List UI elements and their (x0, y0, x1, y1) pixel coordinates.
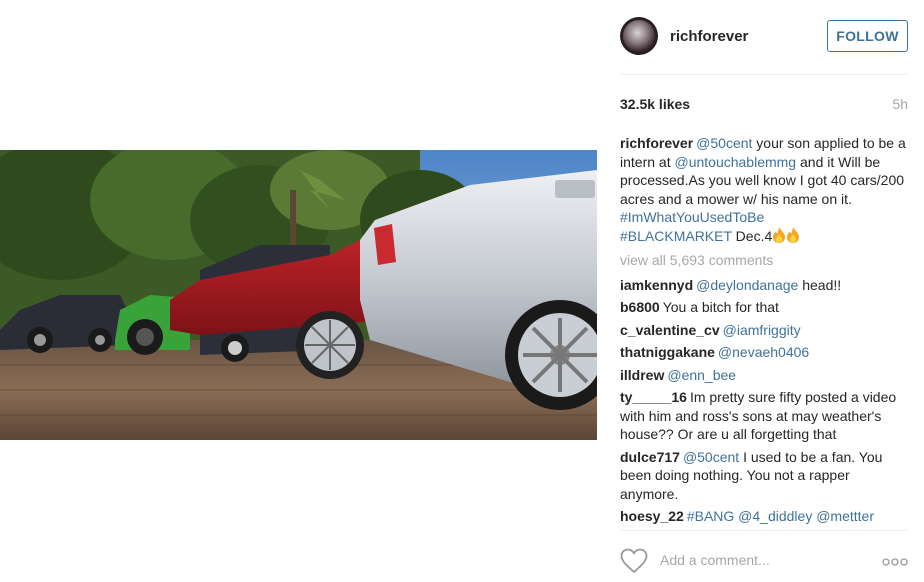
caption-mention[interactable]: @50cent (696, 135, 752, 151)
more-options-icon[interactable] (882, 557, 908, 567)
header-divider (620, 74, 908, 75)
comment-username[interactable]: c_valentine_cv (620, 322, 720, 338)
comment-mention[interactable]: #BANG @4_diddley @mettter (687, 508, 874, 524)
caption-hashtag-2[interactable]: #BLACKMARKET (620, 228, 732, 244)
avatar[interactable] (620, 17, 658, 55)
post-username[interactable]: richforever (670, 28, 748, 45)
comment-username[interactable]: hoesy_22 (620, 508, 684, 524)
comment-row: c_valentine_cv @iamfriggity (620, 321, 910, 340)
comment-text: You a bitch for that (662, 299, 779, 315)
caption-text-3: Dec.4 (731, 227, 773, 244)
caption: richforever @50cent your son applied to b… (620, 134, 910, 245)
avatar-image (623, 20, 655, 52)
media-area (0, 0, 604, 582)
comment-username[interactable]: b6800 (620, 299, 660, 315)
comment-username[interactable]: thatniggakane (620, 344, 715, 360)
heart-icon[interactable] (620, 548, 648, 574)
comment-row: illdrew @enn_bee (620, 366, 910, 385)
comments-list: richforever @50cent your son applied to b… (620, 134, 910, 526)
post-header: richforever FOLLOW (620, 16, 912, 58)
comment-username[interactable]: dulce717 (620, 449, 680, 465)
post-side-panel: richforever FOLLOW 32.5k likes 5h richfo… (604, 0, 924, 582)
comment-mention[interactable]: @iamfriggity (723, 322, 801, 338)
comment-row: hoesy_22 #BANG @4_diddley @mettter (620, 507, 910, 526)
fire-emoji-icon (787, 226, 800, 243)
comment-row: dulce717 @50cent I used to be a fan. You … (620, 448, 910, 504)
post-time[interactable]: 5h (892, 96, 908, 112)
comment-row: thatniggakane @nevaeh0406 (620, 343, 910, 362)
post-photo[interactable] (0, 150, 597, 440)
fire-emoji-icon (773, 226, 786, 243)
comment-username[interactable]: ty_____16 (620, 389, 687, 405)
comment-mention[interactable]: @deylondanage (696, 277, 798, 293)
likes-count[interactable]: 32.5k likes (620, 96, 690, 112)
comment-row: ty_____16 Im pretty sure fifty posted a v… (620, 388, 910, 444)
follow-button[interactable]: FOLLOW (827, 20, 908, 52)
caption-username[interactable]: richforever (620, 135, 693, 151)
caption-mention-2[interactable]: @untouchablemmg (674, 154, 796, 170)
comment-username[interactable]: iamkennyd (620, 277, 693, 293)
comment-mention[interactable]: @50cent (683, 449, 739, 465)
comment-mention[interactable]: @enn_bee (667, 367, 736, 383)
comment-row: iamkennyd @deylondanage head!! (620, 276, 910, 295)
view-all-comments-link[interactable]: view all 5,693 comments (620, 251, 910, 270)
footer-divider (620, 530, 908, 531)
comment-text: head!! (798, 276, 842, 293)
comment-mention[interactable]: @nevaeh0406 (718, 344, 809, 360)
caption-hashtag-1[interactable]: #ImWhatYouUsedToBe (620, 209, 764, 225)
comment-username[interactable]: illdrew (620, 367, 664, 383)
add-comment-input[interactable]: Add a comment... (660, 552, 770, 568)
comment-footer: Add a comment... (620, 548, 912, 576)
comment-row: b6800 You a bitch for that (620, 298, 910, 317)
cars-photo (0, 150, 597, 440)
